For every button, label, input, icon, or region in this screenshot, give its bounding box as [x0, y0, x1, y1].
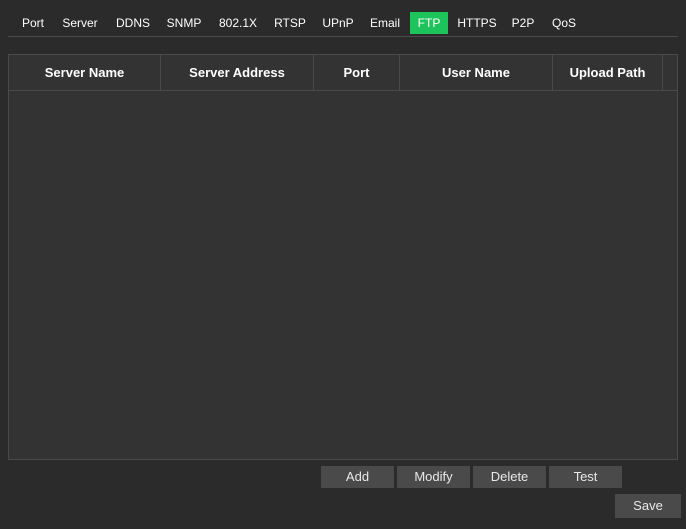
test-button[interactable]: Test	[549, 466, 622, 488]
tab-upnp[interactable]: UPnP	[316, 12, 360, 34]
column-header-server-name[interactable]: Server Name	[9, 55, 161, 91]
table-body[interactable]	[9, 91, 677, 459]
tab-bar-divider	[8, 36, 678, 37]
tab-email[interactable]: Email	[364, 12, 406, 34]
tab-ftp[interactable]: FTP	[410, 12, 448, 34]
tab-p2p[interactable]: P2P	[505, 12, 541, 34]
table-header: Server Name Server Address Port User Nam…	[9, 55, 677, 91]
tab-port[interactable]: Port	[15, 12, 51, 34]
tab-ddns[interactable]: DDNS	[109, 12, 157, 34]
tab-https[interactable]: HTTPS	[452, 12, 502, 34]
column-header-port[interactable]: Port	[314, 55, 400, 91]
tab-bar: Port Server DDNS SNMP 802.1X RTSP UPnP E…	[0, 0, 686, 37]
column-header-server-address[interactable]: Server Address	[161, 55, 314, 91]
delete-button[interactable]: Delete	[473, 466, 546, 488]
tab-snmp[interactable]: SNMP	[162, 12, 206, 34]
tab-rtsp[interactable]: RTSP	[269, 12, 311, 34]
save-button[interactable]: Save	[615, 494, 681, 518]
modify-button[interactable]: Modify	[397, 466, 470, 488]
column-header-user-name[interactable]: User Name	[400, 55, 553, 91]
tab-server[interactable]: Server	[57, 12, 103, 34]
column-header-upload-path[interactable]: Upload Path	[553, 55, 663, 91]
tab-qos[interactable]: QoS	[545, 12, 583, 34]
tab-8021x[interactable]: 802.1X	[212, 12, 264, 34]
add-button[interactable]: Add	[321, 466, 394, 488]
ftp-server-table: Server Name Server Address Port User Nam…	[8, 54, 678, 460]
